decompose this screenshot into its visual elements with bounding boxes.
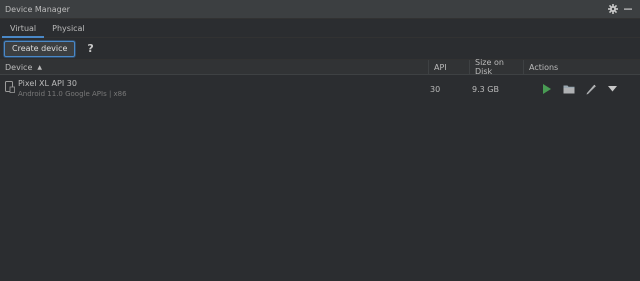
gear-icon[interactable] [607, 3, 619, 15]
device-info: Pixel XL API 30 Android 11.0 Google APIs… [18, 79, 127, 99]
tab-bar: Virtual Physical [0, 19, 640, 38]
column-label: Device [5, 62, 33, 72]
column-header-actions[interactable]: Actions [524, 60, 640, 74]
column-header-size[interactable]: Size on Disk [470, 58, 524, 76]
column-header-device[interactable]: Device ▲ [0, 60, 429, 74]
tab-physical[interactable]: Physical [44, 19, 93, 37]
api-cell: 30 [430, 84, 441, 94]
device-manager-window: Device Manager Virtual Physical Create d… [0, 0, 640, 281]
table-header: Device ▲ API Size on Disk Actions [0, 58, 640, 76]
help-button[interactable]: ? [87, 42, 93, 55]
chevron-down-icon[interactable] [606, 83, 619, 96]
column-label: API [434, 62, 447, 72]
pencil-icon[interactable] [584, 83, 597, 96]
create-device-label: Create device [12, 44, 68, 53]
actions-cell [524, 75, 640, 103]
play-icon[interactable] [540, 83, 553, 96]
minimize-icon[interactable] [622, 3, 634, 15]
create-device-button[interactable]: Create device [4, 40, 76, 57]
device-cell: Pixel XL API 30 Android 11.0 Google APIs… [0, 75, 429, 103]
device-subtitle: Android 11.0 Google APIs | x86 [18, 90, 127, 98]
column-header-api[interactable]: API [429, 60, 470, 74]
table-row[interactable]: Pixel XL API 30 Android 11.0 Google APIs… [0, 75, 640, 103]
size-cell: 9.3 GB [472, 84, 499, 94]
tab-label: Physical [52, 23, 85, 33]
tab-virtual[interactable]: Virtual [2, 19, 45, 38]
device-phone-icon [5, 81, 15, 93]
toolbar: Create device ? [0, 38, 640, 60]
column-label: Size on Disk [475, 58, 504, 76]
tab-label: Virtual [10, 23, 37, 33]
window-title: Device Manager [5, 4, 70, 14]
title-bar: Device Manager [0, 0, 640, 19]
device-name: Pixel XL API 30 [18, 79, 77, 88]
folder-icon[interactable] [562, 83, 575, 96]
column-label: Actions [529, 62, 559, 72]
sort-ascending-icon: ▲ [37, 63, 42, 71]
